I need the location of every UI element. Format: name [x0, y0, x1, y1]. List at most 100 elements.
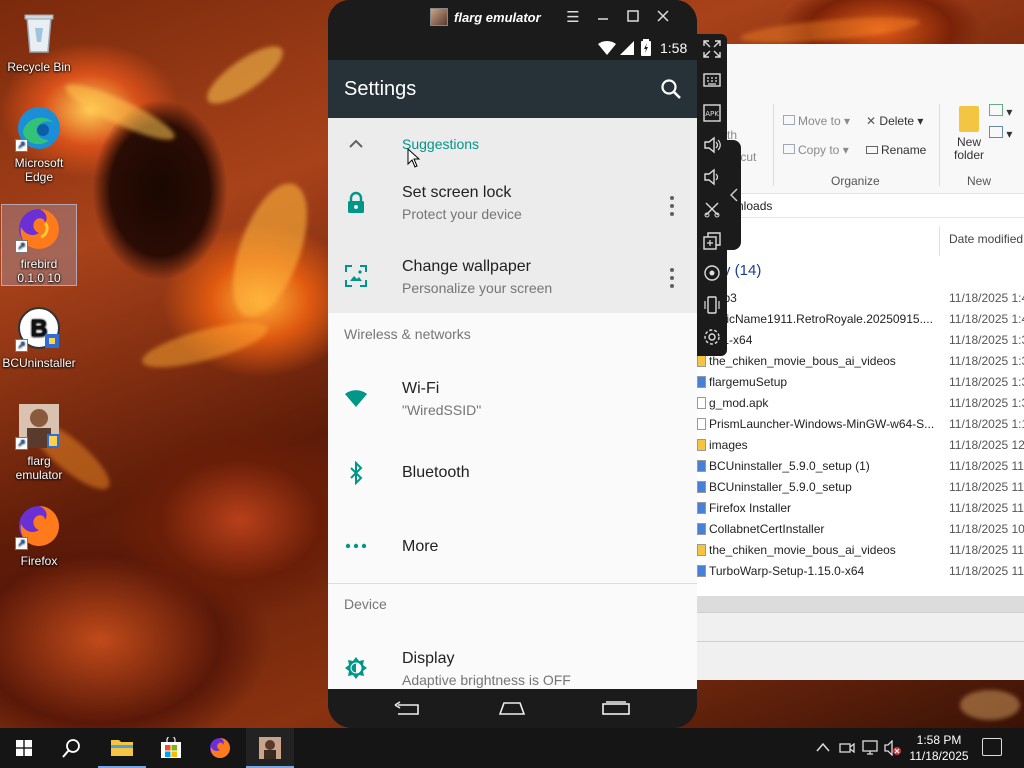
easy-access-icon: [989, 126, 1003, 138]
file-name: BCUninstaller_5.9.0_setup (1): [709, 459, 870, 473]
file-row[interactable]: images 11/18/2025 12:: [697, 435, 1024, 456]
file-row[interactable]: BCUninstaller_5.9.0_setup (1) 11/18/2025 …: [697, 456, 1024, 477]
meet-now-icon[interactable]: [839, 740, 855, 756]
maximize-button[interactable]: [622, 7, 644, 29]
svg-text:APK: APK: [705, 110, 719, 118]
taskbar-file-explorer[interactable]: [98, 728, 146, 768]
location-icon[interactable]: [701, 264, 723, 286]
new-item-button[interactable]: ▾: [989, 104, 1012, 119]
recents-icon[interactable]: [602, 701, 630, 715]
horizontal-scrollbar[interactable]: [697, 596, 1024, 612]
clock-time: 1:58 PM: [916, 733, 962, 747]
network-icon[interactable]: [862, 740, 880, 756]
notification-center-icon[interactable]: [982, 738, 1002, 756]
file-date: 11/18/2025 1:3: [949, 375, 1024, 389]
desktop-icon-firefox[interactable]: ↗ Firefox: [1, 502, 77, 568]
settings-item-display[interactable]: Display Adaptive brightness is OFF: [328, 632, 697, 689]
settings-item-subtitle: Adaptive brightness is OFF: [402, 672, 571, 688]
new-folder-button[interactable]: New folder: [949, 106, 989, 162]
file-row[interactable]: PrismLauncher-Windows-MinGW-w64-S... 11/1…: [697, 414, 1024, 435]
overflow-menu-icon[interactable]: [668, 194, 676, 218]
file-explorer-window[interactable]: th tcut Move to ▾ Copy to ▾ ✕ Delete ▾ R…: [697, 44, 1024, 680]
start-button[interactable]: [0, 728, 48, 768]
taskbar-flarg-emulator[interactable]: [246, 728, 294, 768]
address-bar[interactable]: nloads: [697, 196, 1024, 218]
menu-icon[interactable]: ☰: [562, 7, 584, 29]
lock-icon: [348, 191, 364, 213]
file-row[interactable]: CollabnetCertInstaller 11/18/2025 10:: [697, 519, 1024, 540]
settings-list[interactable]: Suggestions Set screen lock Protect your…: [328, 118, 697, 689]
easy-access-button[interactable]: ▾: [989, 126, 1012, 141]
rename-button[interactable]: Rename: [866, 143, 926, 157]
file-row[interactable]: Firefox Installer 11/18/2025 11:: [697, 498, 1024, 519]
install-apk-icon[interactable]: APK: [701, 104, 723, 126]
application-icon: [697, 376, 706, 388]
taskbar-clock[interactable]: 1:58 PM 11/18/2025: [906, 732, 972, 764]
volume-up-icon[interactable]: [701, 136, 723, 158]
delete-button[interactable]: ✕ Delete ▾: [866, 114, 923, 128]
file-date: 11/18/2025 11:: [949, 459, 1024, 473]
rename-icon: [866, 146, 878, 154]
taskbar-search-button[interactable]: [48, 728, 96, 768]
file-row[interactable]: flargemuSetup 11/18/2025 1:3: [697, 372, 1024, 393]
desktop-icon-flarg-emulator[interactable]: ↗ flarg emulator: [1, 402, 77, 482]
rotate-icon[interactable]: [701, 296, 723, 318]
keyboard-icon[interactable]: [701, 72, 723, 94]
file-row[interactable]: BCUninstaller_5.9.0_setup 11/18/2025 11:: [697, 477, 1024, 498]
chevron-up-icon: [349, 139, 363, 148]
flarg-emulator-icon: [430, 8, 448, 26]
settings-item-bluetooth[interactable]: Bluetooth: [328, 436, 697, 510]
toolbar-collapse-tab[interactable]: [727, 140, 741, 250]
screenshot-icon[interactable]: [701, 200, 723, 222]
column-header-date-modified[interactable]: Date modified: [949, 232, 1023, 246]
firefox-icon: ↗: [15, 205, 63, 253]
file-row[interactable]: y.sb3 11/18/2025 1:4: [697, 288, 1024, 309]
file-row[interactable]: 501-x64 11/18/2025 1:3: [697, 330, 1024, 351]
volume-muted-icon[interactable]: [884, 740, 902, 756]
desktop-icon-recycle-bin[interactable]: Recycle Bin: [1, 8, 77, 74]
taskbar-firefox[interactable]: [196, 728, 244, 768]
file-date: 11/18/2025 11:: [949, 480, 1024, 494]
desktop-icon-microsoft-edge[interactable]: ↗ Microsoft Edge: [1, 104, 77, 184]
file-row[interactable]: the_chiken_movie_bous_ai_videos 11/18/202…: [697, 540, 1024, 561]
minimize-button[interactable]: [592, 7, 614, 29]
file-row[interactable]: the_chiken_movie_bous_ai_videos 11/18/202…: [697, 351, 1024, 372]
settings-icon[interactable]: [701, 328, 723, 350]
overflow-menu-icon[interactable]: [668, 266, 676, 290]
chevron-left-icon: [730, 188, 738, 202]
page-title: Settings: [344, 78, 417, 100]
taskbar-store[interactable]: [147, 728, 195, 768]
suggestion-change-wallpaper[interactable]: Change wallpaper Personalize your screen: [328, 242, 697, 312]
file-row[interactable]: nericName1911.RetroRoyale.20250915.... 11…: [697, 309, 1024, 330]
volume-down-icon[interactable]: [701, 168, 723, 190]
fullscreen-icon[interactable]: [701, 40, 723, 62]
emulator-window[interactable]: flarg emulator ☰ 1:58 Settings Suggestio…: [328, 0, 697, 728]
move-to-button[interactable]: Move to ▾: [783, 114, 850, 128]
file-name: Firefox Installer: [709, 501, 792, 515]
settings-item-more[interactable]: More: [328, 510, 697, 582]
suggestion-set-screen-lock[interactable]: Set screen lock Protect your device: [328, 170, 697, 240]
suggestion-subtitle: Protect your device: [402, 206, 522, 222]
settings-item-title: Wi-Fi: [402, 380, 440, 397]
suggestions-header[interactable]: Suggestions: [328, 118, 697, 170]
flarg-emulator-icon: ↗: [15, 402, 63, 450]
copy-to-button[interactable]: Copy to ▾: [783, 143, 849, 157]
application-icon: [697, 565, 706, 577]
multi-instance-icon[interactable]: [701, 232, 723, 254]
application-icon: [697, 523, 706, 535]
settings-item-wifi[interactable]: Wi-Fi "WiredSSID": [328, 362, 697, 436]
desktop-icon-bcuninstaller[interactable]: B ↗ BCUninstaller: [1, 304, 77, 370]
search-icon[interactable]: [660, 78, 682, 100]
show-hidden-icons-icon[interactable]: [816, 742, 830, 752]
emulator-title-bar[interactable]: flarg emulator ☰: [328, 0, 697, 36]
store-icon: [161, 737, 181, 758]
home-icon[interactable]: [498, 701, 526, 715]
back-icon[interactable]: [394, 701, 422, 717]
file-group-title[interactable]: y (14): [723, 262, 761, 279]
file-row[interactable]: TurboWarp-Setup-1.15.0-x64 11/18/2025 11:: [697, 561, 1024, 582]
file-row[interactable]: g_mod.apk 11/18/2025 1:3: [697, 393, 1024, 414]
file-name: BCUninstaller_5.9.0_setup: [709, 480, 852, 494]
desktop-icon-firebird[interactable]: ↗ firebird 0.1.0 10: [1, 204, 77, 286]
file-date: 11/18/2025 10:: [949, 522, 1024, 536]
close-button[interactable]: [652, 7, 674, 29]
